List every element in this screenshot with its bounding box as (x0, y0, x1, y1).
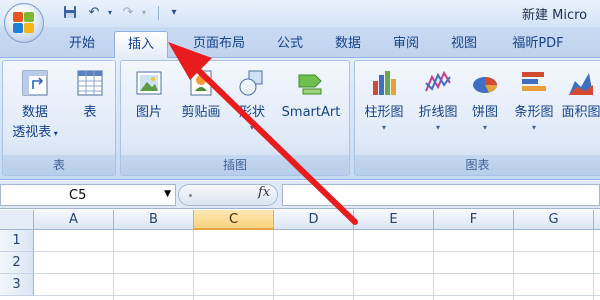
smartart-icon (298, 74, 322, 95)
tab-insert[interactable]: 插入 (114, 31, 168, 58)
shapes-icon (239, 70, 263, 96)
pivot-table-button[interactable]: 数据 透视表 ▾ (7, 67, 63, 144)
tab-foxit-pdf[interactable]: 福昕PDF (500, 31, 576, 58)
gridline (593, 230, 594, 300)
save-icon[interactable] (62, 5, 78, 21)
column-header-c[interactable]: C (194, 210, 274, 230)
select-all-corner[interactable] (0, 210, 34, 230)
picture-button[interactable]: 图片 (125, 67, 173, 123)
office-button[interactable] (4, 3, 44, 43)
undo-dropdown-icon[interactable]: ▾ (102, 5, 118, 21)
window-title: 新建 Micro (522, 8, 588, 23)
quick-access-separator (158, 6, 159, 20)
area-chart-label: 面积图 (561, 105, 600, 120)
picture-icon (136, 71, 162, 95)
line-chart-button[interactable]: 折线图 ▾ (411, 67, 465, 133)
column-header-f[interactable]: F (434, 210, 514, 230)
pie-chart-icon (473, 77, 497, 93)
clip-art-icon (190, 70, 212, 96)
gridline (513, 230, 514, 300)
customize-quick-access-icon[interactable]: ▾ (166, 5, 182, 21)
gridline (273, 230, 274, 300)
column-header-g[interactable]: G (514, 210, 594, 230)
undo-icon[interactable]: ↶ (86, 5, 102, 21)
clip-art-label: 剪贴画 (181, 105, 221, 120)
column-chart-label: 柱形图 (364, 105, 404, 120)
tab-view[interactable]: 视图 (440, 31, 488, 58)
gridline (193, 230, 194, 300)
bar-chart-button[interactable]: 条形图 ▾ (507, 67, 561, 133)
table-icon (77, 70, 103, 96)
pivot-table-icon (22, 70, 48, 96)
group-label-charts: 图表 (355, 155, 600, 175)
table-label: 表 (83, 105, 97, 120)
smartart-button[interactable]: SmartArt (275, 67, 347, 123)
area-chart-button[interactable]: 面积图 (561, 67, 600, 123)
column-chart-button[interactable]: 柱形图 ▾ (357, 67, 411, 133)
redo-icon[interactable]: ↷ (120, 5, 136, 21)
title-bar: ↶ ▾ ↷ ▾ ▾ 新建 Micro (0, 0, 600, 27)
row-header-2[interactable]: 2 (0, 252, 34, 274)
column-chart-icon (373, 71, 396, 95)
column-header-a[interactable]: A (34, 210, 114, 230)
gridline (34, 251, 600, 252)
office-logo-icon (13, 12, 35, 34)
line-chart-icon (425, 70, 451, 92)
column-header-b[interactable]: B (114, 210, 194, 230)
tab-page-layout[interactable]: 页面布局 (180, 31, 258, 58)
bar-chart-label: 条形图 (514, 105, 554, 120)
column-header-e[interactable]: E (354, 210, 434, 230)
worksheet-grid: A B C D E F G 1 2 3 (0, 210, 600, 300)
formula-input[interactable] (282, 184, 600, 206)
redo-dropdown-icon[interactable]: ▾ (136, 5, 152, 21)
gridline (433, 230, 434, 300)
tab-home[interactable]: 开始 (56, 31, 108, 58)
group-charts: 柱形图 ▾ 折线图 ▾ 饼图 ▾ 条形图 ▾ 面积图 图表 (354, 60, 600, 176)
clip-art-button[interactable]: 剪贴画 (173, 67, 229, 123)
name-box[interactable]: C5 ▼ (0, 184, 176, 206)
ribbon: 数据 透视表 ▾ 表 表 图片 剪贴画 形状 ▾ SmartArt 插图 柱形图… (0, 58, 600, 180)
line-chart-label: 折线图 (418, 105, 458, 120)
gridline (353, 230, 354, 300)
gridline (34, 273, 600, 274)
bar-chart-icon (522, 72, 546, 91)
column-header-d[interactable]: D (274, 210, 354, 230)
group-illustrations: 图片 剪贴画 形状 ▾ SmartArt 插图 (120, 60, 350, 176)
smartart-label: SmartArt (281, 105, 341, 120)
gridline (34, 295, 600, 296)
group-label-tables: 表 (3, 155, 115, 175)
shapes-label: 形状 (238, 105, 265, 120)
pivot-table-label-2: 透视表 (12, 125, 52, 140)
tab-review[interactable]: 审阅 (382, 31, 430, 58)
group-label-illustrations: 插图 (121, 155, 349, 175)
table-button[interactable]: 表 (67, 67, 113, 123)
area-chart-icon (569, 73, 593, 95)
insert-function-icon[interactable]: fx (258, 185, 270, 200)
column-header-partial[interactable] (594, 210, 600, 230)
row-header-1[interactable]: 1 (0, 230, 34, 252)
pivot-table-label-1: 数据 (21, 105, 48, 120)
shapes-button[interactable]: 形状 ▾ (229, 67, 275, 133)
ribbon-tab-row: 开始 插入 页面布局 公式 数据 审阅 视图 福昕PDF (0, 27, 600, 58)
tab-data[interactable]: 数据 (324, 31, 372, 58)
tab-formulas[interactable]: 公式 (266, 31, 314, 58)
name-box-dropdown-icon[interactable]: ▼ (164, 189, 171, 199)
group-tables: 数据 透视表 ▾ 表 表 (2, 60, 116, 176)
formula-bar: C5 ▼ fx (0, 181, 600, 209)
name-box-value: C5 (69, 188, 87, 203)
gridline (113, 230, 114, 300)
picture-label: 图片 (135, 105, 162, 120)
pie-chart-button[interactable]: 饼图 ▾ (465, 67, 505, 133)
pie-chart-label: 饼图 (471, 105, 498, 120)
row-header-3[interactable]: 3 (0, 274, 34, 296)
